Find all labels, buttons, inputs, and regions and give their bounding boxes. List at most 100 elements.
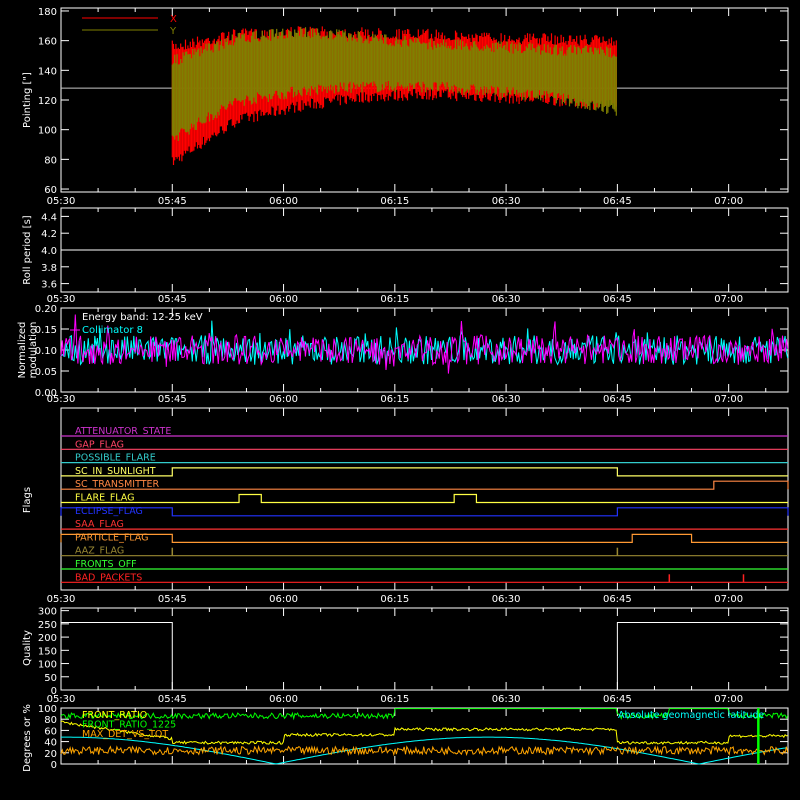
roll-panel: 3.63.84.04.24.4Roll period [s]05:30 05:45…: [22, 207, 789, 305]
flag-trace: [61, 493, 788, 504]
x-tick-label: 05:30: [47, 394, 76, 405]
x-tick-label: 06:00: [269, 294, 298, 305]
y-axis-label: Degrees or %: [22, 704, 33, 772]
x-tick-label: 06:30: [492, 196, 521, 207]
x-tick-label: 06:15: [380, 394, 409, 405]
legend-label: Y: [169, 26, 177, 37]
flag-label: ATTENUATOR_STATE: [75, 426, 171, 437]
y-axis-label: Flags: [22, 487, 33, 513]
x-tick-label: 06:45: [603, 394, 632, 405]
flag-sc_transmitter: SC_TRANSMITTER: [61, 479, 789, 490]
x-tick-label: 07:00: [714, 594, 743, 605]
x-tick-label: 06:15: [380, 196, 409, 207]
x-tick-label: 06:15: [380, 594, 409, 605]
figure: 6080100120140160180Pointing ["]05:30 05:4…: [17, 7, 789, 772]
y-tick-label: 60: [44, 185, 57, 196]
x-tick-label: 06:00: [269, 196, 298, 207]
x-tick-label: 05:45: [158, 394, 187, 405]
y-tick-label: 200: [38, 633, 57, 644]
y-tick-label: 60: [44, 726, 57, 737]
flag-flare_flag: FLARE_FLAG: [61, 493, 788, 504]
y-tick-label: 120: [38, 96, 57, 107]
flag-particle_flag: PARTICLE_FLAG: [60, 532, 788, 543]
y-tick-label: 180: [38, 7, 57, 18]
y-tick-label: 50: [44, 673, 57, 684]
flag-label: SC_IN_SUNLIGHT: [75, 466, 156, 477]
y-axis-label: Pointing ["]: [22, 72, 33, 128]
y-tick-label: 0: [51, 760, 57, 771]
flag-label: SAA_FLAG: [75, 519, 124, 530]
x-tick-label: 06:30: [492, 394, 521, 405]
flag-label: AAZ_FLAG: [75, 546, 124, 557]
y-tick-label: 3.8: [41, 263, 57, 274]
flag-label: SC_TRANSMITTER: [75, 479, 160, 490]
y-axis-label: modulation: [28, 322, 39, 379]
x-tick-label: 06:15: [380, 294, 409, 305]
legend-label: Collimator 8: [82, 325, 143, 336]
flag-trace: [61, 467, 788, 477]
flag-gap_flag: GAP_FLAG: [61, 439, 788, 450]
x-tick-label: 06:45: [603, 196, 632, 207]
y-tick-label: 100: [38, 660, 57, 671]
x-tick-label: 07:00: [714, 394, 743, 405]
y-axis-label: Normalized: [17, 322, 28, 379]
y-tick-label: 40: [44, 738, 57, 749]
y-tick-label: 80: [44, 715, 57, 726]
x-tick-label: 07:00: [714, 694, 743, 705]
pointing-panel: 60 80 100 120 140 160 180 Pointing ["] 05:30 05:4…: [22, 7, 789, 207]
flag-trace: [60, 507, 789, 517]
x-tick-label: 06:00: [269, 594, 298, 605]
flag-eclipse_flag: ECLIPSE_FLAG: [60, 506, 789, 517]
flag-attenuator_state: ATTENUATOR_STATE: [61, 426, 788, 437]
x-tick-label: 06:45: [603, 294, 632, 305]
y-tick-label: 4.0: [41, 246, 57, 257]
y-tick-label: 80: [44, 155, 57, 166]
quality-panel: 050100150200250300Quality05:30 05:45 06:00…: [22, 607, 789, 705]
max-det-line: [60, 744, 789, 757]
quality-line: [61, 622, 788, 691]
y-tick-label: 100: [38, 704, 57, 715]
y-axis-label: Roll period [s]: [22, 215, 33, 284]
y-tick-label: 250: [38, 620, 57, 631]
flag-label: POSSIBLE_FLARE: [75, 453, 156, 464]
modulation-line: [60, 314, 789, 374]
flag-fronts_off: FRONTS_OFF: [61, 559, 788, 570]
flag-saa_flag: SAA_FLAG: [61, 519, 788, 530]
y-tick-label: 20: [44, 749, 57, 760]
legend-label: Absolute geomagnetic latitude: [618, 710, 764, 721]
flag-label: GAP_FLAG: [75, 439, 124, 450]
modulation-panel: 0.000.050.100.150.20Normalized modulation…: [17, 304, 789, 405]
y-tick-label: 4.2: [41, 229, 57, 240]
y-tick-label: 4.4: [41, 212, 57, 223]
flag-bad_packets: BAD_PACKETS: [61, 572, 788, 583]
y-tick-label: 0.20: [35, 304, 57, 315]
x-tick-label: 05:30: [47, 594, 76, 605]
flag-label: FRONTS_OFF: [75, 559, 137, 570]
x-tick-label: 06:00: [269, 694, 298, 705]
legend-label: MAX_DET_VS_TOT: [82, 729, 168, 740]
y-tick-label: 150: [38, 646, 57, 657]
legend-label: X: [170, 14, 177, 25]
x-tick-label: 05:30: [47, 196, 76, 207]
quality-panel-frame: [60, 607, 789, 691]
flag-label: PARTICLE_FLAG: [75, 532, 148, 543]
y-tick-label: 3.6: [41, 280, 57, 291]
flag-label: ECLIPSE_FLAG: [75, 506, 143, 517]
y-tick-label: 140: [38, 66, 57, 77]
x-tick-label: 05:45: [158, 594, 187, 605]
flag-trace: [60, 533, 788, 543]
flag-trace: [61, 480, 789, 490]
x-tick-label: 05:45: [158, 294, 187, 305]
x-tick-label: 06:00: [269, 394, 298, 405]
x-tick-label: 07:00: [714, 294, 743, 305]
x-tick-label: 05:45: [158, 694, 187, 705]
flag-sc_in_sunlight: SC_IN_SUNLIGHT: [61, 466, 788, 477]
flags-panel: Flags 05:30 05:45 06:00 06:15 06:30 06:45 07:00…: [22, 407, 789, 605]
flag-possible_flare: POSSIBLE_FLARE: [61, 453, 788, 464]
modulation-series: [60, 314, 789, 374]
geo-panel: 020406080100Degrees or % FRONT_RATIOFRONT…: [22, 704, 789, 772]
x-tick-label: 06:30: [492, 594, 521, 605]
flag-label: FLARE_FLAG: [75, 493, 135, 504]
x-tick-label: 07:00: [714, 196, 743, 207]
flag-label: BAD_PACKETS: [75, 572, 142, 583]
